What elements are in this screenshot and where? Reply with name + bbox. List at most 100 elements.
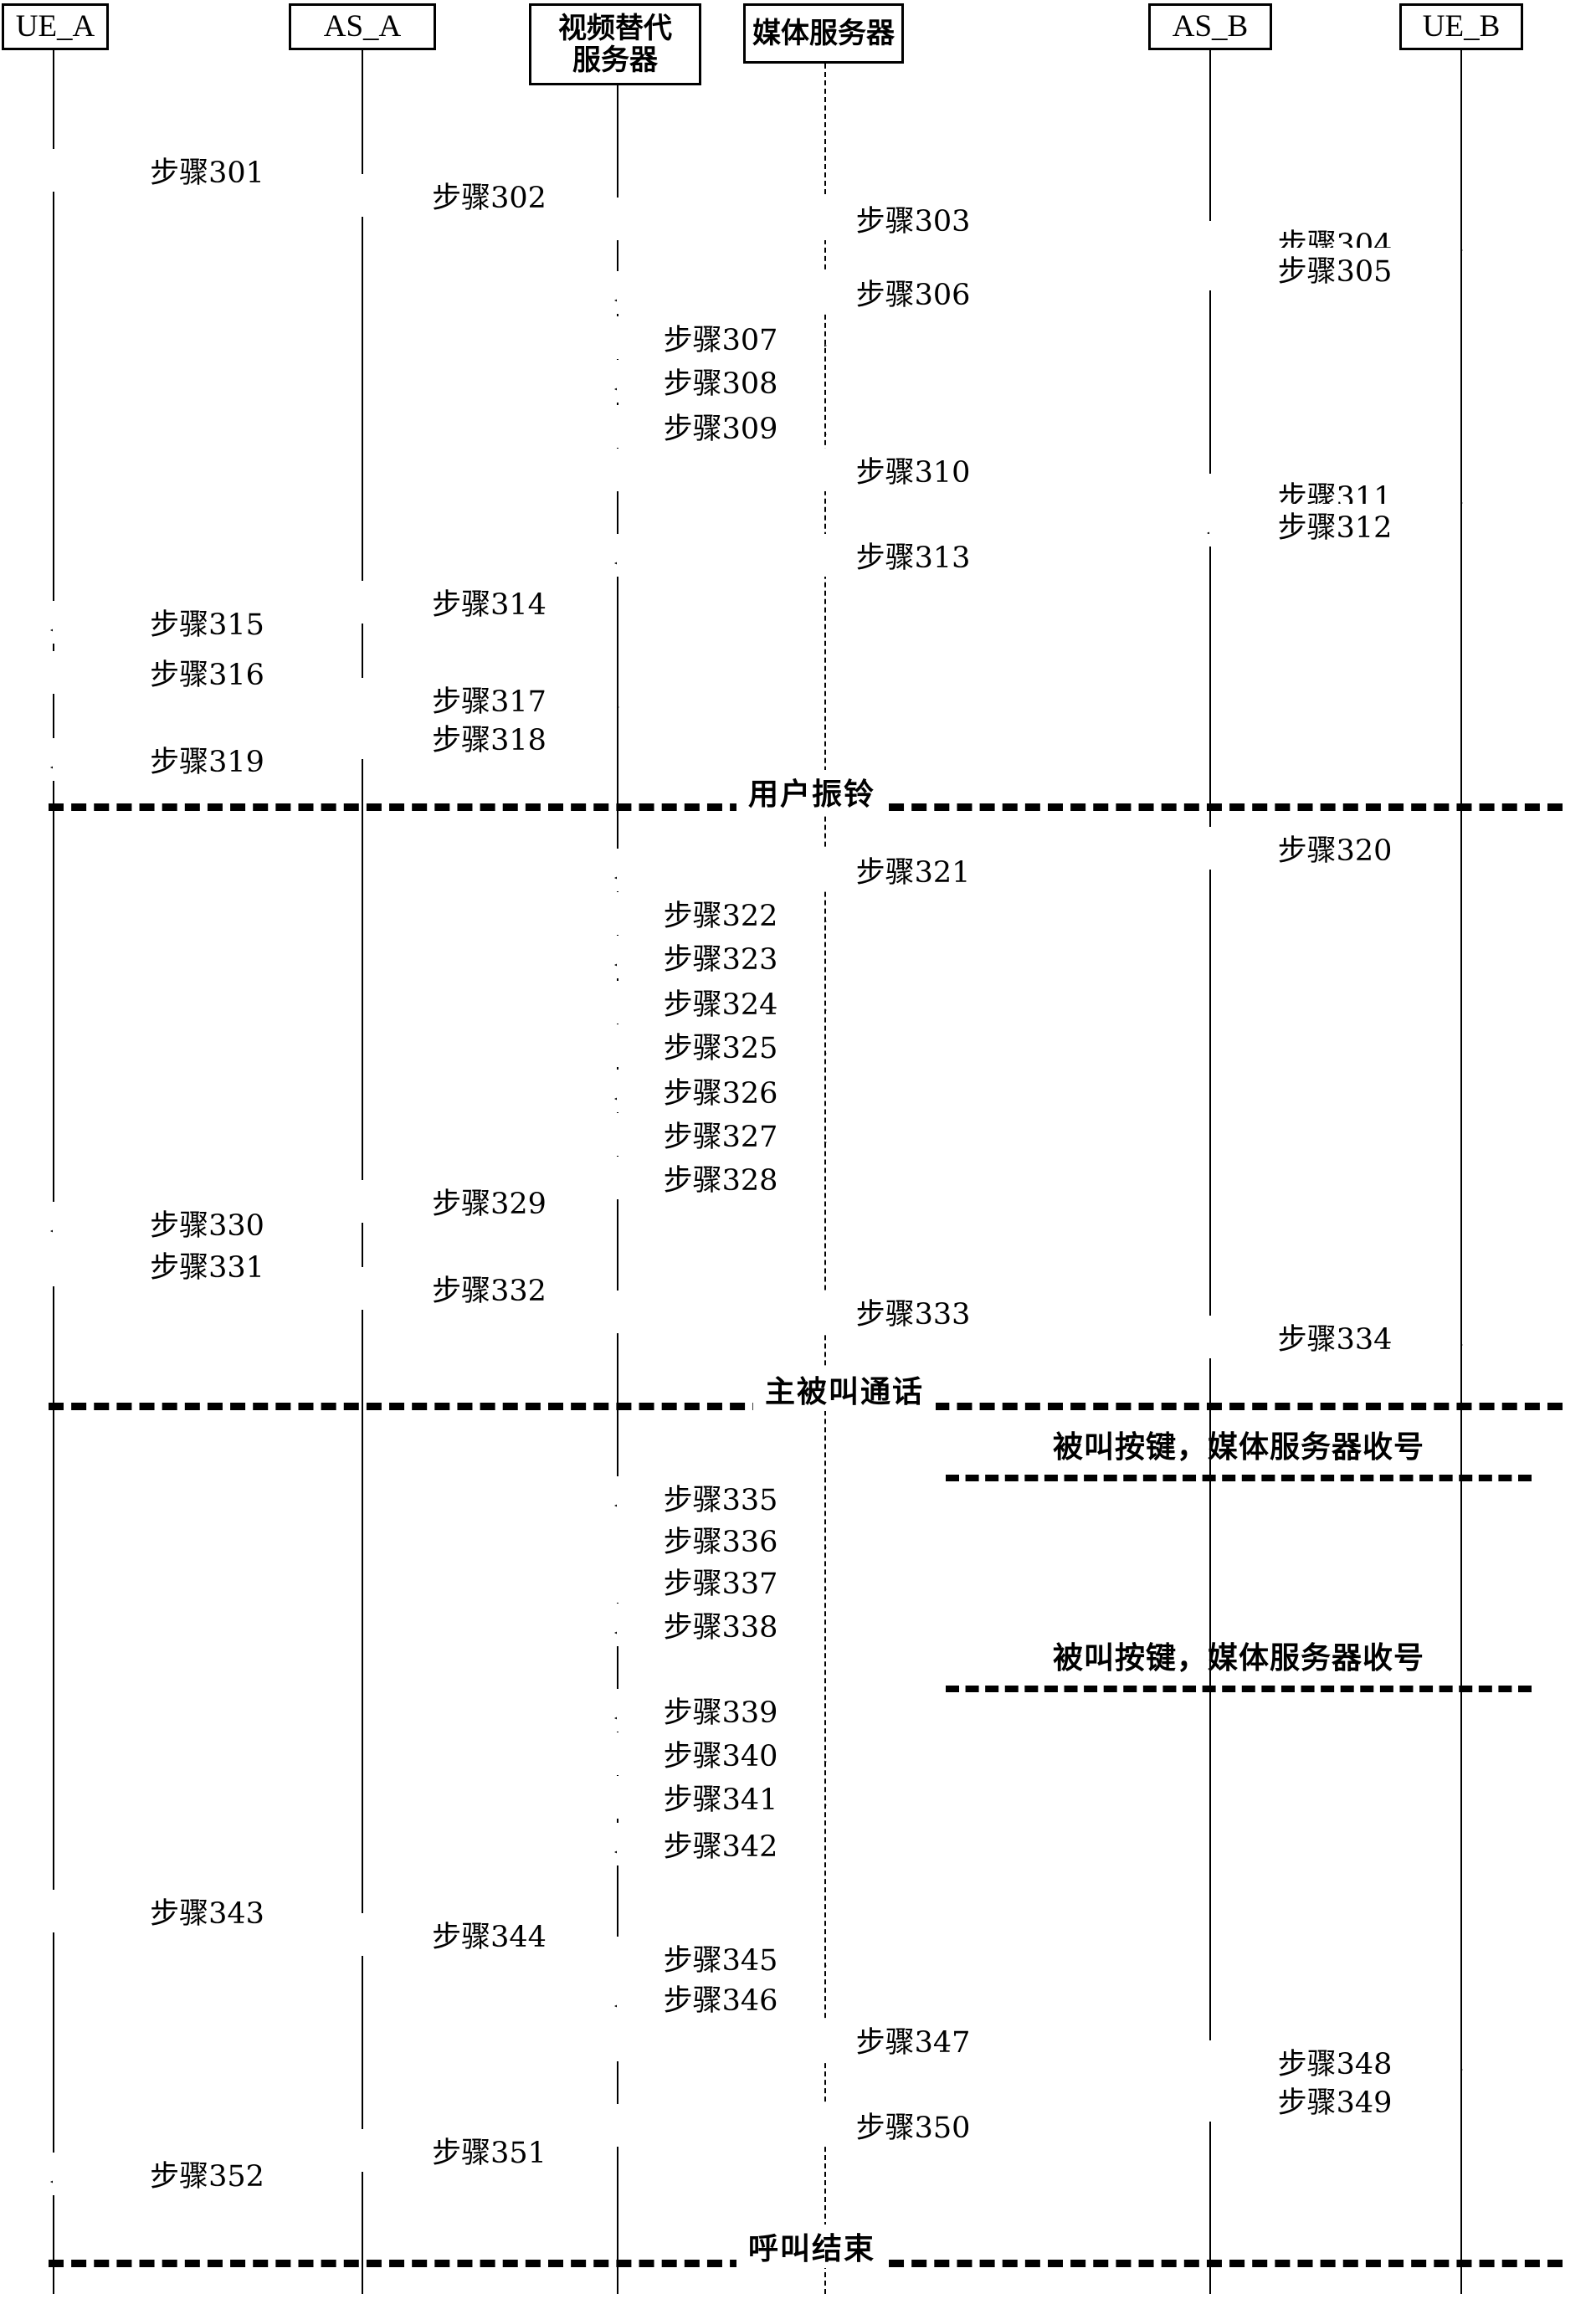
message-label: 步骤345	[617, 1937, 824, 1979]
sequence-diagram: UE_A AS_A 视频替代 服务器 媒体服务器 AS_B UE_B 用户振铃 主被叫通话呼…	[0, 0, 1596, 2299]
actor-box-as_a: AS_A	[289, 3, 436, 50]
message-label: 步骤320	[1209, 827, 1460, 870]
lifeline-as_b	[1209, 50, 1211, 2294]
actor-label-ue_a: UE_A	[15, 9, 95, 44]
message-label: 步骤303	[617, 198, 1209, 240]
message-label: 步骤319	[53, 738, 362, 781]
message-label: 步骤307	[617, 316, 824, 359]
message-label: 步骤331	[53, 1244, 362, 1286]
message-label: 步骤350	[617, 2104, 1209, 2147]
message-label-text: 步骤351	[429, 2137, 550, 2170]
actor-label-ms: 媒体服务器	[752, 16, 895, 50]
message-label-text: 步骤325	[659, 1032, 782, 1065]
message-label-text: 步骤303	[852, 205, 974, 239]
message-label-text: 步骤345	[659, 1944, 782, 1978]
message-label-text: 步骤349	[1274, 2086, 1396, 2120]
actor-box-ue_a: UE_A	[2, 3, 109, 50]
message-label: 步骤337	[617, 1560, 824, 1603]
message-label-text: 步骤339	[659, 1696, 782, 1730]
message-label-text: 步骤313	[852, 541, 974, 575]
message-label-text: 步骤348	[1274, 2048, 1396, 2081]
message-label: 步骤302	[362, 174, 617, 217]
message-label-text: 步骤340	[659, 1740, 782, 1773]
message-label: 步骤317	[362, 678, 617, 721]
message-label: 步骤341	[617, 1776, 824, 1819]
annotation-rule	[946, 1686, 1532, 1692]
message-label: 步骤349	[1209, 2079, 1460, 2122]
message-label-text: 步骤341	[659, 1783, 782, 1817]
annotation-text: 被叫按键，媒体服务器收号	[1052, 1429, 1424, 1465]
lifeline-as_a	[362, 50, 363, 2294]
message-label: 步骤316	[53, 651, 362, 694]
message-label: 步骤310	[617, 449, 1209, 491]
message-label-text: 步骤324	[659, 988, 782, 1022]
message-label-text: 步骤347	[852, 2026, 974, 2060]
annotation-rule	[946, 1475, 1532, 1481]
message-label: 步骤330	[53, 1202, 362, 1244]
message-label-text: 步骤331	[146, 1251, 268, 1285]
actor-box-as_b: AS_B	[1148, 3, 1272, 50]
message-label-text: 步骤306	[852, 279, 974, 312]
phase-label: 用户振铃	[736, 770, 888, 813]
message-label-text: 步骤308	[659, 367, 782, 401]
message-label-text: 步骤352	[146, 2160, 268, 2194]
message-label: 步骤352	[53, 2153, 362, 2195]
message-label: 步骤351	[362, 2129, 617, 2172]
message-label-text: 步骤335	[659, 1484, 782, 1517]
message-label: 步骤340	[617, 1732, 824, 1775]
message-label: 步骤343	[53, 1890, 362, 1932]
actor-box-ms: 媒体服务器	[743, 3, 904, 64]
message-label: 步骤306	[617, 271, 1209, 314]
message-label: 步骤344	[362, 1913, 617, 1956]
message-label-text: 步骤317	[429, 685, 550, 719]
message-label: 步骤332	[362, 1267, 617, 1310]
message-label-text: 步骤318	[429, 724, 550, 757]
message-label: 步骤314	[362, 581, 617, 624]
message-label: 步骤308	[617, 360, 824, 403]
message-label-text: 步骤336	[659, 1526, 782, 1559]
message-label-text: 步骤342	[659, 1830, 782, 1864]
message-label: 步骤325	[617, 1024, 824, 1067]
message-label-text: 步骤333	[852, 1298, 974, 1332]
actor-box-vrs: 视频替代 服务器	[529, 3, 701, 85]
message-label: 步骤338	[617, 1604, 824, 1646]
actor-label-as_b: AS_B	[1172, 9, 1249, 44]
message-label: 步骤327	[617, 1113, 824, 1156]
message-label: 步骤336	[617, 1518, 824, 1561]
message-label-text: 步骤328	[659, 1164, 782, 1198]
message-label-text: 步骤309	[659, 413, 782, 446]
message-label-text: 步骤321	[852, 856, 974, 890]
message-label: 步骤313	[617, 534, 1209, 577]
message-label-text: 步骤307	[659, 324, 782, 357]
message-label: 步骤318	[362, 716, 617, 759]
message-label-text: 步骤322	[659, 900, 782, 933]
message-label-text: 步骤314	[429, 588, 550, 622]
message-label: 步骤305	[1209, 248, 1460, 290]
message-label-text: 步骤305	[1274, 255, 1396, 289]
message-label-text: 步骤320	[1274, 834, 1396, 868]
message-label-text: 步骤323	[659, 943, 782, 977]
lifeline-ue_a	[53, 50, 54, 2294]
message-label-text: 步骤310	[852, 456, 974, 490]
actor-label-as_a: AS_A	[323, 9, 402, 44]
message-label: 步骤329	[362, 1180, 617, 1223]
actor-label-vrs: 视频替代 服务器	[558, 11, 672, 77]
message-label: 步骤324	[617, 981, 824, 1024]
message-label-text: 步骤337	[659, 1568, 782, 1601]
message-label-text: 步骤301	[146, 157, 268, 190]
message-label: 步骤333	[617, 1291, 1209, 1333]
message-label: 步骤346	[617, 1977, 824, 2019]
message-label-text: 步骤327	[659, 1121, 782, 1154]
message-label: 步骤342	[617, 1823, 824, 1865]
message-label-text: 步骤316	[146, 659, 268, 692]
message-label: 步骤347	[617, 2019, 1209, 2061]
message-label: 步骤334	[1209, 1316, 1460, 1358]
message-label: 步骤315	[53, 601, 362, 644]
actor-box-ue_b: UE_B	[1399, 3, 1523, 50]
message-label-text: 步骤346	[659, 1984, 782, 2018]
phase-label: 主被叫通话	[753, 1368, 937, 1411]
message-label: 步骤339	[617, 1689, 824, 1732]
message-label-text: 步骤319	[146, 746, 268, 779]
message-label: 步骤328	[617, 1157, 824, 1199]
annotation-text: 被叫按键，媒体服务器收号	[1052, 1640, 1424, 1675]
